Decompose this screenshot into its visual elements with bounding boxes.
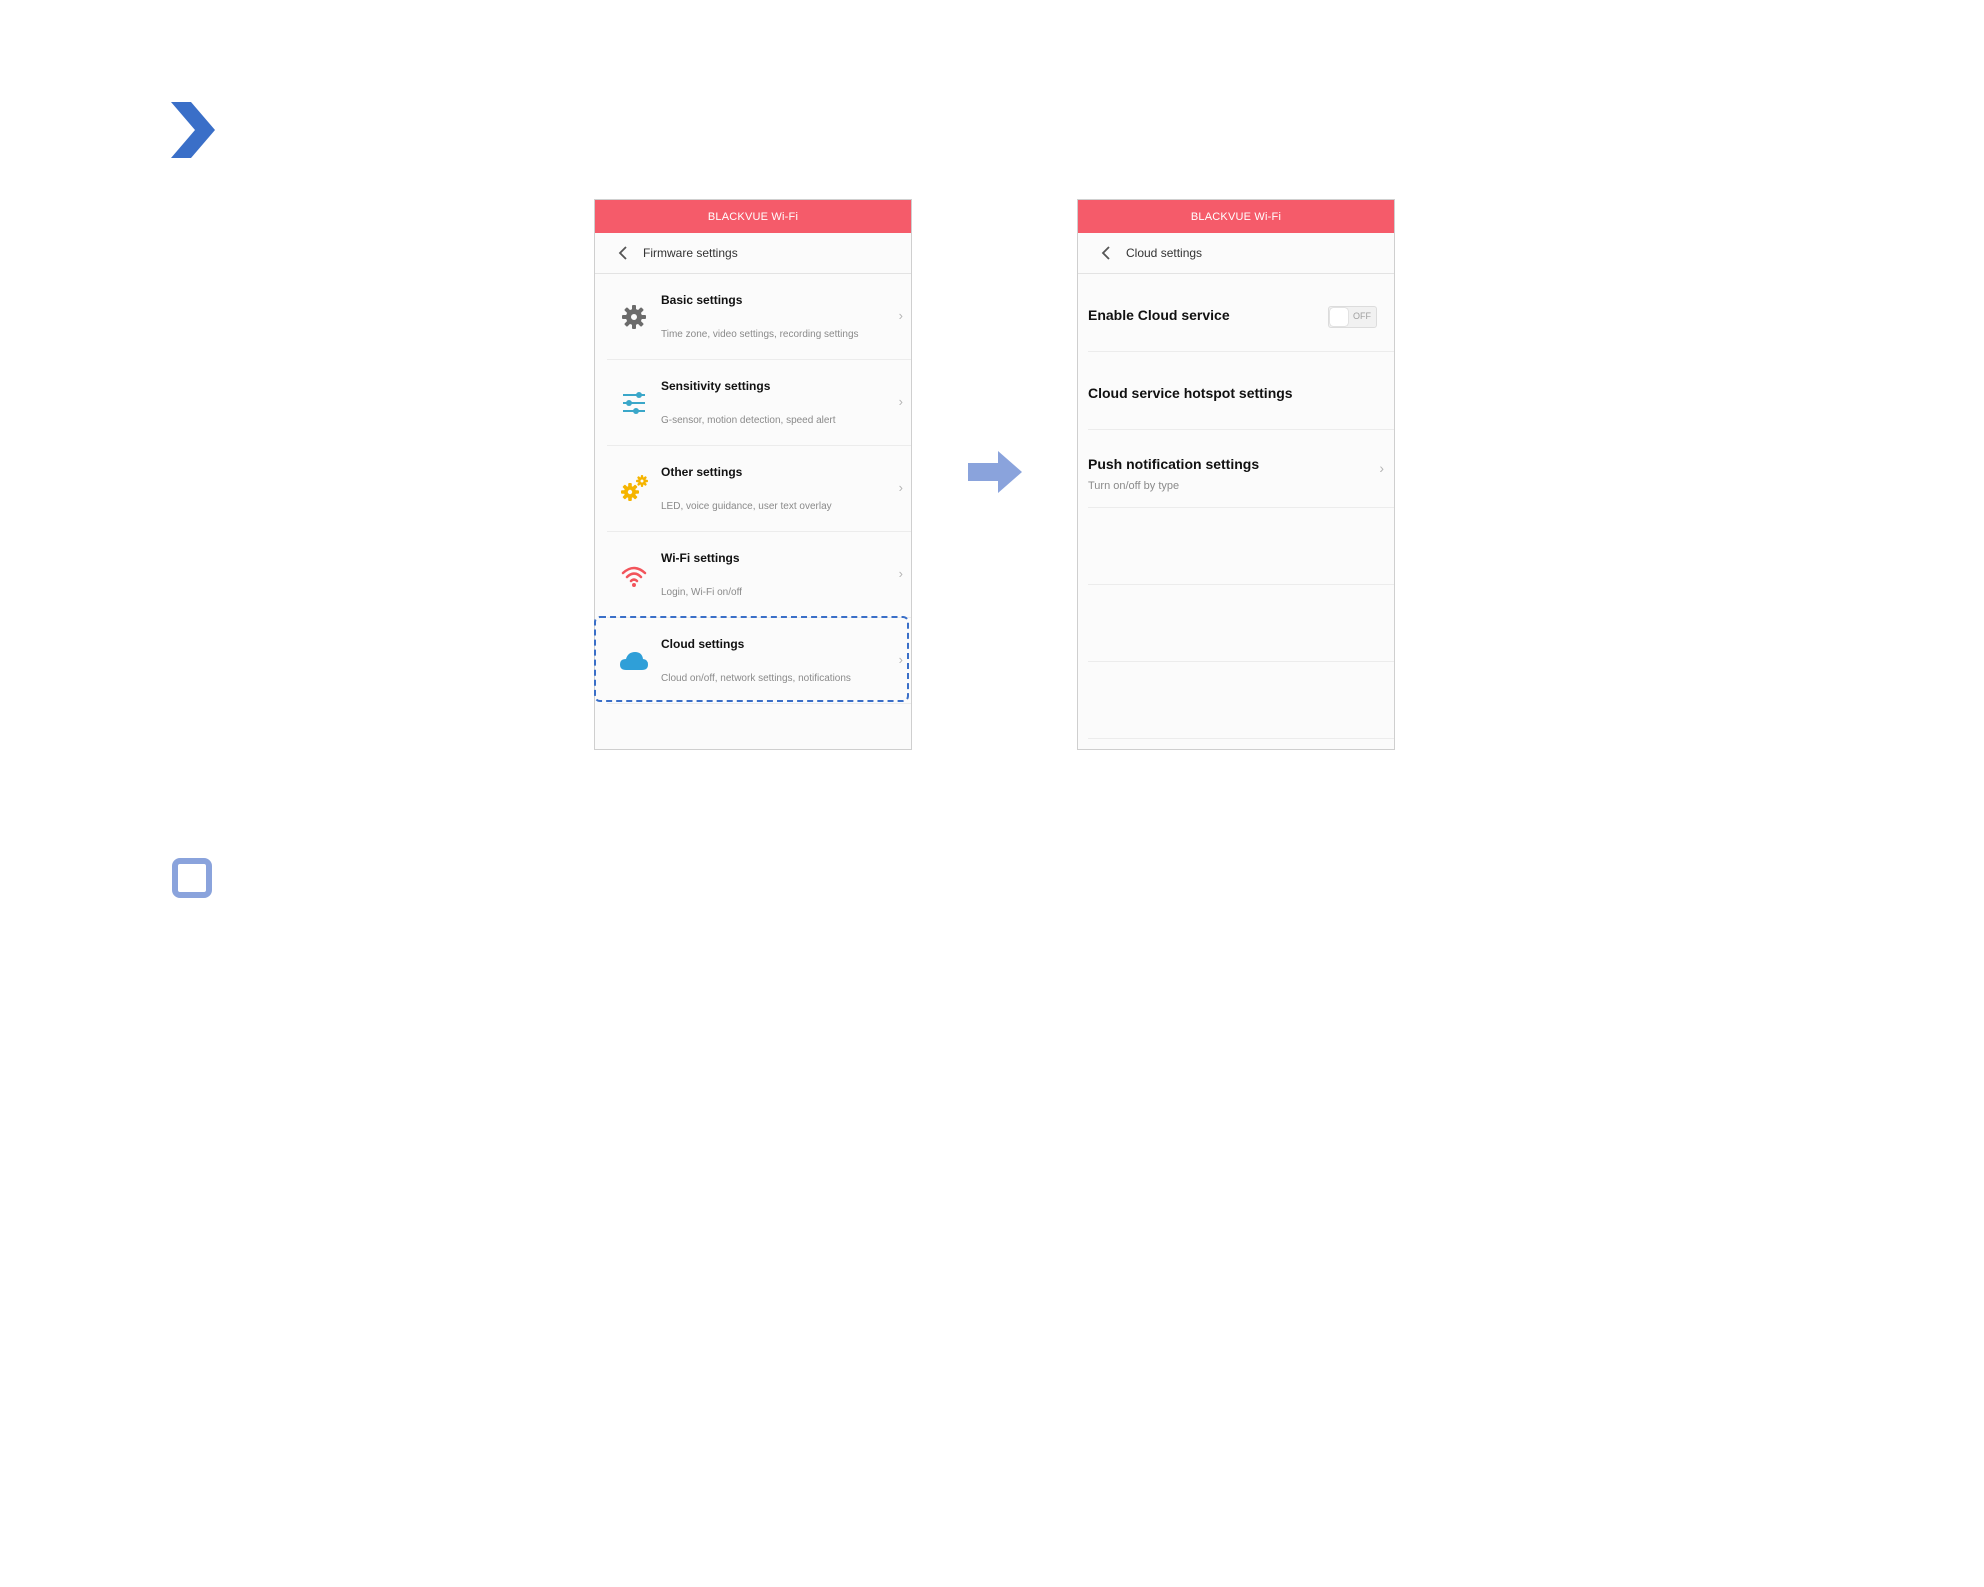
hotspot-settings-row[interactable]: Cloud service hotspot settings: [1088, 352, 1394, 430]
empty-row: [1088, 662, 1394, 739]
menu-item-wifi-settings[interactable]: Wi-Fi settings Login, Wi-Fi on/off ›: [607, 532, 911, 618]
menu-item-title: Cloud settings: [661, 637, 745, 651]
menu-item-sensitivity-settings[interactable]: Sensitivity settings G-sensor, motion de…: [607, 360, 911, 446]
chevron-right-icon: ›: [898, 394, 903, 409]
app-title-bar: BLACKVUE Wi-Fi: [595, 200, 911, 233]
menu-item-title: Wi-Fi settings: [661, 551, 740, 565]
menu-item-title: Sensitivity settings: [661, 379, 771, 393]
firmware-settings-screen: BLACKVUE Wi-Fi Firmware settings Basic s…: [594, 199, 912, 750]
menu-item-title: Basic settings: [661, 293, 743, 307]
push-notification-subtitle: Turn on/off by type: [1088, 480, 1180, 492]
menu-item-cloud-settings[interactable]: Cloud settings Cloud on/off, network set…: [607, 618, 911, 704]
cloud-icon: [619, 646, 649, 676]
cloud-settings-screen: BLACKVUE Wi-Fi Cloud settings Enable Clo…: [1077, 199, 1395, 750]
app-brand: BLACKVUE Wi-Fi: [1190, 210, 1282, 223]
menu-item-basic-settings[interactable]: Basic settings Time zone, video settings…: [607, 274, 911, 360]
empty-row: [1088, 508, 1394, 585]
enable-cloud-toggle[interactable]: OFF: [1328, 306, 1377, 328]
menu-item-other-settings[interactable]: Other settings LED, voice guidance, user…: [607, 446, 911, 532]
chevron-left-icon[interactable]: [1098, 245, 1114, 261]
page-title: Firmware settings: [643, 246, 738, 260]
enable-cloud-row: Enable Cloud service OFF: [1088, 274, 1394, 352]
chevron-right-marker-icon: [171, 102, 215, 158]
app-brand: BLACKVUE Wi-Fi: [707, 210, 799, 223]
toggle-knob: [1330, 308, 1348, 326]
chevron-right-icon: ›: [898, 566, 903, 581]
toggle-state-text: OFF: [1353, 311, 1371, 321]
menu-item-title: Other settings: [661, 465, 743, 479]
page-title: Cloud settings: [1126, 246, 1203, 260]
menu-item-subtitle: Login, Wi-Fi on/off: [661, 587, 742, 598]
sliders-icon: [619, 388, 649, 418]
gears-icon: [619, 474, 649, 504]
gear-icon: [619, 302, 649, 332]
wifi-icon: [619, 560, 649, 590]
enable-cloud-label: Enable Cloud service: [1088, 307, 1230, 323]
app-title-bar: BLACKVUE Wi-Fi: [1078, 200, 1394, 233]
chevron-right-icon: ›: [898, 308, 903, 323]
nav-bar: Cloud settings: [1078, 233, 1394, 274]
menu-item-subtitle: Cloud on/off, network settings, notifica…: [661, 673, 851, 684]
push-notification-row[interactable]: Push notification settings Turn on/off b…: [1088, 430, 1394, 508]
chevron-right-icon: ›: [898, 652, 903, 667]
nav-bar: Firmware settings: [595, 233, 911, 274]
chevron-right-icon: ›: [898, 480, 903, 495]
menu-item-subtitle: G-sensor, motion detection, speed alert: [661, 415, 836, 426]
menu-item-subtitle: LED, voice guidance, user text overlay: [661, 501, 832, 512]
menu-item-subtitle: Time zone, video settings, recording set…: [661, 329, 859, 340]
empty-row: [1088, 585, 1394, 662]
push-notification-label: Push notification settings: [1088, 456, 1260, 472]
chevron-right-icon: ›: [1379, 460, 1384, 476]
arrow-right-icon: [968, 451, 1022, 493]
chevron-left-icon[interactable]: [615, 245, 631, 261]
square-marker-icon: [172, 858, 212, 898]
hotspot-settings-label: Cloud service hotspot settings: [1088, 385, 1293, 401]
